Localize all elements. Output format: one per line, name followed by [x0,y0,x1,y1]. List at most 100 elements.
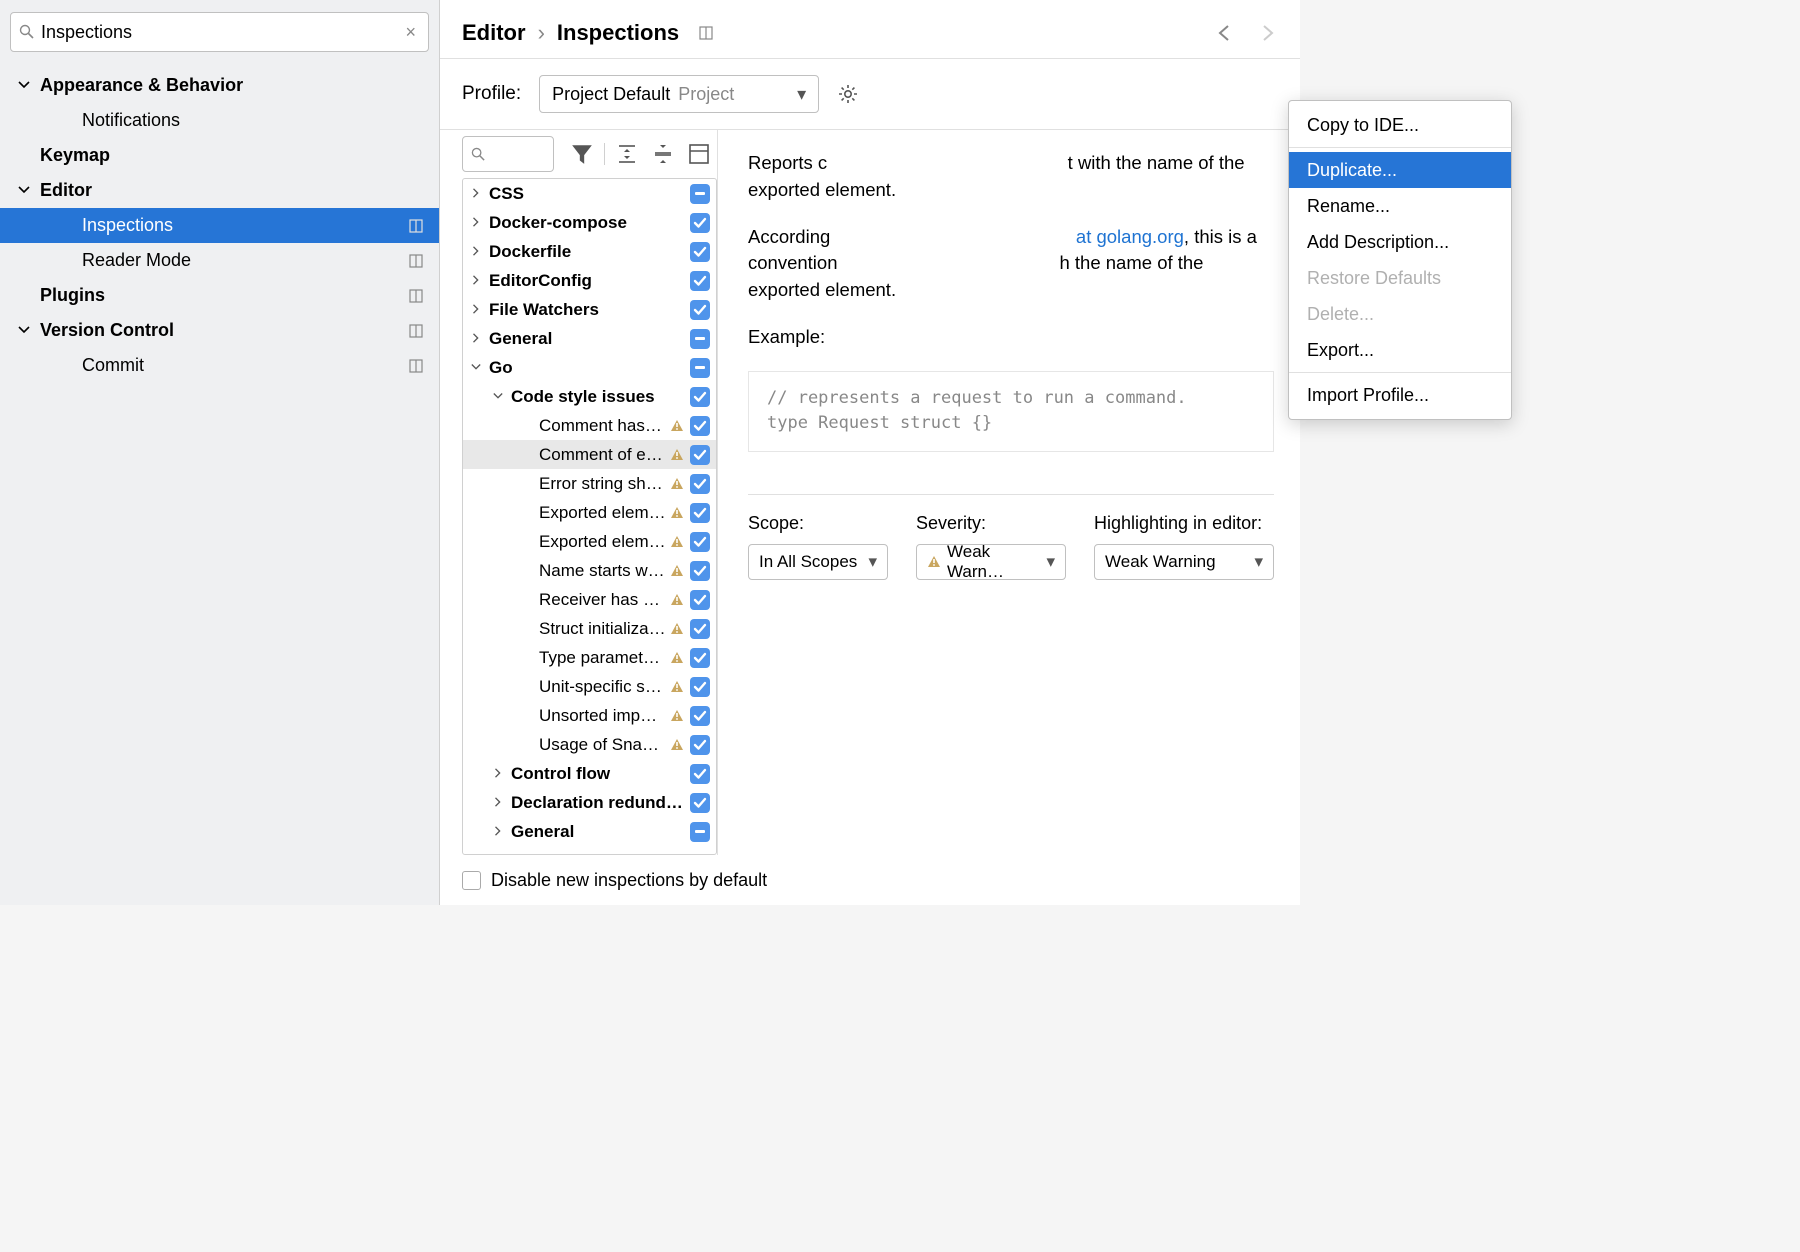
inspection-item[interactable]: Type parameter is declared in lowercase [463,643,716,672]
inspection-checkbox[interactable] [690,445,710,465]
inspection-item[interactable]: Receiver has a generic name [463,585,716,614]
layout-icon[interactable] [687,142,711,166]
settings-search-input[interactable] [35,22,401,43]
scope-select[interactable]: In All Scopes▾ [748,544,888,580]
nav-back-icon[interactable] [1214,22,1236,44]
divider-icon [409,219,423,233]
sidebar-item-commit[interactable]: Commit [0,348,439,383]
inspection-item[interactable]: EditorConfig [463,266,716,295]
disable-new-inspections-checkbox[interactable] [462,871,481,890]
inspection-checkbox[interactable] [690,822,710,842]
inspection-checkbox[interactable] [690,184,710,204]
inspection-item[interactable]: Code style issues [463,382,716,411]
inspection-item[interactable]: Error string should not be capitalized o… [463,469,716,498]
inspection-item[interactable]: Exported element should have a comment [463,498,716,527]
sidebar-item-appearance-behavior[interactable]: Appearance & Behavior [0,68,439,103]
inspection-checkbox[interactable] [690,503,710,523]
inspection-checkbox[interactable] [690,677,710,697]
inspection-checkbox[interactable] [690,764,710,784]
inspection-checkbox[interactable] [690,242,710,262]
inspection-checkbox[interactable] [690,648,710,668]
inspection-checkbox[interactable] [690,474,710,494]
inspection-checkbox[interactable] [690,735,710,755]
inspection-item[interactable]: General [463,324,716,353]
inspection-checkbox[interactable] [690,619,710,639]
chevron-right-icon [471,304,483,316]
warning-icon [670,448,684,462]
menu-item-export[interactable]: Export... [1289,332,1511,368]
sidebar-item-plugins[interactable]: Plugins [0,278,439,313]
inspection-checkbox[interactable] [690,387,710,407]
inspection-checkbox[interactable] [690,706,710,726]
divider-icon [409,324,423,338]
sidebar-item-inspections[interactable]: Inspections [0,208,439,243]
inspection-item[interactable]: Declaration redundancy [463,788,716,817]
inspection-item[interactable]: Go [463,353,716,382]
inspection-item[interactable]: Usage of Snake_Case [463,730,716,759]
settings-search[interactable]: × [10,12,429,52]
sidebar-item-editor[interactable]: Editor [0,173,439,208]
filter-icon[interactable] [570,142,594,166]
chevron-down-icon: ▾ [1254,552,1263,572]
warning-icon [927,555,941,569]
menu-item-import-profile[interactable]: Import Profile... [1289,377,1511,413]
inspection-item[interactable]: Control flow [463,759,716,788]
menu-item-add-description[interactable]: Add Description... [1289,224,1511,260]
inspection-checkbox[interactable] [690,561,710,581]
inspection-label: Go [489,358,690,378]
inspection-item[interactable]: Unsorted imports [463,701,716,730]
breadcrumb-editor[interactable]: Editor [462,20,526,46]
expand-all-icon[interactable] [615,142,639,166]
inspection-item[interactable]: Unit-specific suffix for 'time.Duration' [463,672,716,701]
inspection-item[interactable]: Name starts with a package name [463,556,716,585]
inspection-checkbox[interactable] [690,793,710,813]
inspection-item[interactable]: Exported element should have its own dec… [463,527,716,556]
inspection-item[interactable]: File Watchers [463,295,716,324]
menu-item-rename[interactable]: Rename... [1289,188,1511,224]
inspection-item[interactable]: Struct initialization without field name… [463,614,716,643]
divider-icon [409,359,423,373]
inspection-checkbox[interactable] [690,416,710,436]
nav-forward-icon[interactable] [1256,22,1278,44]
golang-link[interactable]: at golang.org [1076,226,1184,247]
inspection-checkbox[interactable] [690,271,710,291]
inspection-checkbox[interactable] [690,329,710,349]
sidebar-item-notifications[interactable]: Notifications [0,103,439,138]
inspection-convention: According xxxxxxxxxxxxxxxxxxxxxxxxxxat g… [748,224,1274,304]
warning-icon [670,535,684,549]
warning-icon [670,709,684,723]
menu-item-copy-to-ide[interactable]: Copy to IDE... [1289,107,1511,143]
gear-icon[interactable] [837,83,859,105]
inspection-item[interactable]: Comment of exported element starts with … [463,440,716,469]
divider-icon [409,289,423,303]
clear-search-icon[interactable]: × [401,22,420,43]
highlighting-select[interactable]: Weak Warning▾ [1094,544,1274,580]
sidebar-item-reader-mode[interactable]: Reader Mode [0,243,439,278]
inspection-checkbox[interactable] [690,532,710,552]
inspection-item[interactable]: CSS [463,179,716,208]
sidebar-item-version-control[interactable]: Version Control [0,313,439,348]
profile-select[interactable]: Project Default Project ▾ [539,75,819,113]
inspection-search[interactable] [462,136,554,172]
scope-label: Scope: [748,513,888,534]
inspection-checkbox[interactable] [690,213,710,233]
inspection-item[interactable]: Dockerfile [463,237,716,266]
inspection-checkbox[interactable] [690,590,710,610]
sidebar-item-keymap[interactable]: Keymap [0,138,439,173]
inspection-checkbox[interactable] [690,358,710,378]
severity-select[interactable]: Weak Warn…▾ [916,544,1066,580]
inspection-label: Comment has no leading space [539,416,666,436]
chevron-right-icon [471,333,483,345]
inspection-item[interactable]: General [463,817,716,846]
inspection-checkbox[interactable] [690,300,710,320]
chevron-down-icon: ▾ [1046,552,1055,572]
collapse-all-icon[interactable] [651,142,675,166]
breadcrumb-inspections: Inspections [557,20,679,46]
chevron-right-icon [471,275,483,287]
inspection-label: Code style issues [511,387,690,407]
inspection-item[interactable]: Comment has no leading space [463,411,716,440]
menu-item-duplicate[interactable]: Duplicate... [1289,152,1511,188]
chevron-down-icon [18,79,32,93]
chevron-right-icon [493,797,505,809]
inspection-item[interactable]: Docker-compose [463,208,716,237]
